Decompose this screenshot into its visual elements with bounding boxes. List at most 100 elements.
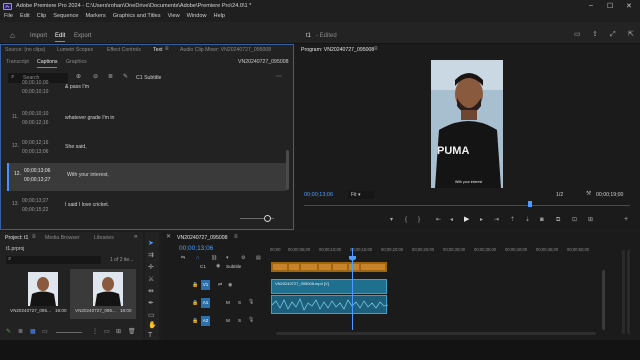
- lock-icon[interactable]: 🔒: [192, 300, 198, 307]
- pencil-icon[interactable]: ✎: [123, 74, 128, 81]
- ripple-edit-tool-icon[interactable]: ✛: [148, 264, 154, 271]
- fit-dropdown[interactable]: Fit ▾: [348, 191, 374, 199]
- subtab-graphics[interactable]: Graphics: [66, 59, 87, 65]
- panel-menu-icon[interactable]: ≡: [165, 46, 169, 53]
- caption-row-selected[interactable]: 12. 00;00;13;06 00;00;13;27 With your in…: [7, 163, 286, 191]
- subtitle-clip[interactable]: [271, 262, 387, 272]
- mute-button[interactable]: M: [226, 318, 230, 323]
- zoom-slider-handle[interactable]: [264, 215, 271, 222]
- rectangle-tool-icon[interactable]: ▭: [148, 312, 155, 319]
- tab-libraries[interactable]: Libraries: [94, 235, 114, 241]
- mute-button[interactable]: M: [226, 300, 230, 305]
- menu-edit[interactable]: Edit: [20, 13, 30, 19]
- timeline-horizontal-scrollbar[interactable]: [276, 332, 596, 335]
- project-item[interactable]: VN20240727_095... 19:00: [3, 269, 67, 319]
- fullscreen-icon[interactable]: ⤢: [610, 31, 616, 38]
- tab-text[interactable]: Text: [153, 47, 163, 53]
- track-target[interactable]: A1: [201, 298, 210, 308]
- video-clip[interactable]: VN20240727_095008.mp4 [V]: [271, 279, 387, 294]
- pen-tool-icon[interactable]: ✒: [148, 300, 154, 307]
- project-item-selected[interactable]: VN20240727_095... 19:00: [70, 269, 136, 319]
- mark-in-icon[interactable]: {: [405, 217, 407, 224]
- write-mode-icon[interactable]: ✎: [6, 329, 11, 336]
- microphone-icon[interactable]: 🎙: [248, 317, 254, 324]
- slip-tool-icon[interactable]: ⇹: [148, 288, 154, 295]
- sync-lock-icon[interactable]: ⇄: [218, 282, 222, 289]
- tab-import[interactable]: Import: [30, 33, 47, 39]
- button-editor-icon[interactable]: +: [624, 216, 628, 223]
- program-scrubber[interactable]: [304, 205, 630, 206]
- go-to-out-icon[interactable]: ⇥: [494, 217, 499, 224]
- caption-row[interactable]: 00;00;10;00 00;00;10;10 & pass I'm: [7, 80, 286, 102]
- program-menu-icon[interactable]: ≡: [374, 46, 378, 53]
- go-to-in-icon[interactable]: ⇤: [436, 217, 441, 224]
- eye-icon[interactable]: ◉: [228, 282, 232, 289]
- automate-icon[interactable]: ⋮: [92, 329, 98, 336]
- razor-tool-icon[interactable]: ⚔: [148, 276, 154, 283]
- add-marker-icon[interactable]: ▾: [390, 217, 393, 224]
- caption-row[interactable]: 12. 00;00;12;16 00;00;13;06 She said,: [7, 135, 286, 163]
- share-icon[interactable]: ⇱: [628, 31, 634, 38]
- menu-file[interactable]: File: [4, 13, 13, 19]
- project-search-input[interactable]: ⌕: [6, 256, 101, 264]
- lock-icon[interactable]: 🔒: [192, 318, 198, 325]
- icon-view-icon[interactable]: ▦: [30, 329, 36, 336]
- new-bin-icon[interactable]: ▭: [104, 329, 110, 336]
- list-view-icon[interactable]: ≣: [18, 329, 23, 336]
- solo-button[interactable]: S: [238, 300, 241, 305]
- panel-overflow-icon[interactable]: »: [134, 234, 137, 241]
- tab-source[interactable]: Source: (no clips): [5, 47, 45, 53]
- selection-tool-icon[interactable]: ➤: [148, 240, 154, 247]
- add-caption-icon[interactable]: ⊕: [76, 74, 81, 81]
- timeline-ruler[interactable]: 00;00 00;00;05;00 00;00;10;00 00;00;15;0…: [270, 247, 610, 257]
- menu-window[interactable]: Window: [187, 13, 207, 19]
- menu-sequence[interactable]: Sequence: [53, 13, 78, 19]
- audio-clip[interactable]: [271, 295, 389, 314]
- camera-icon[interactable]: ◙: [540, 217, 544, 224]
- lift-icon[interactable]: ⇡: [510, 217, 515, 224]
- timeline-scrollbar[interactable]: [602, 270, 605, 330]
- solo-button[interactable]: S: [238, 318, 241, 323]
- wrench-icon[interactable]: ⚒: [586, 191, 591, 198]
- safe-margins-icon[interactable]: ⊞: [588, 217, 593, 224]
- play-icon[interactable]: ▶: [464, 216, 469, 223]
- menu-graphics-titles[interactable]: Graphics and Titles: [113, 13, 161, 19]
- quick-export-icon[interactable]: ⇪: [592, 31, 598, 38]
- home-icon[interactable]: ⌂: [10, 32, 15, 40]
- close-button[interactable]: ✕: [626, 2, 632, 10]
- track-target[interactable]: V1: [201, 280, 210, 290]
- track-target[interactable]: A2: [201, 316, 210, 326]
- menu-markers[interactable]: Markers: [86, 13, 106, 19]
- hand-tool-icon[interactable]: ✋: [148, 322, 157, 329]
- tab-project[interactable]: Project: t1: [5, 235, 28, 241]
- tab-media-browser[interactable]: Media Browser: [45, 235, 80, 241]
- tab-export[interactable]: Export: [74, 33, 91, 39]
- caption-row[interactable]: 13. 00;00;13;27 00;00;15;22 I said I lov…: [7, 193, 286, 221]
- timeline-sequence-tab[interactable]: VN20240727_095008: [177, 235, 227, 241]
- tab-audio-clip-mixer[interactable]: Audio Clip Mixer: VN20240727_095008: [180, 47, 271, 53]
- lock-icon[interactable]: 🔒: [192, 282, 198, 289]
- compare-icon[interactable]: ⧉: [556, 217, 560, 224]
- menu-help[interactable]: Help: [214, 13, 226, 19]
- maximize-button[interactable]: ☐: [607, 2, 613, 10]
- extract-icon[interactable]: ⇣: [525, 217, 530, 224]
- step-back-icon[interactable]: ◂: [450, 217, 453, 224]
- timeline-menu-icon[interactable]: ≡: [234, 234, 238, 241]
- track-select-tool-icon[interactable]: ⇉: [148, 252, 154, 259]
- new-item-icon[interactable]: ⊞: [116, 329, 121, 336]
- add-marker-icon[interactable]: ▾: [226, 255, 229, 262]
- menu-view[interactable]: View: [168, 13, 180, 19]
- project-menu-icon[interactable]: ≡: [32, 234, 36, 241]
- linked-selection-icon[interactable]: ⛓: [211, 255, 217, 262]
- close-sequence-icon[interactable]: ✕: [166, 234, 171, 241]
- tab-edit[interactable]: Edit: [55, 33, 66, 42]
- workspaces-icon[interactable]: ▭: [574, 31, 581, 38]
- split-caption-icon[interactable]: ⊖: [93, 74, 98, 81]
- more-options-icon[interactable]: ⋯: [276, 74, 282, 81]
- timeline-settings-icon[interactable]: ⚙: [241, 255, 245, 262]
- step-forward-icon[interactable]: ▸: [480, 217, 483, 224]
- playback-quality[interactable]: 1/2: [556, 192, 563, 198]
- thumbnail-size-slider[interactable]: [56, 332, 82, 333]
- tab-effect-controls[interactable]: Effect Controls: [107, 47, 141, 53]
- insert-sequence-icon[interactable]: ⇆: [181, 255, 185, 262]
